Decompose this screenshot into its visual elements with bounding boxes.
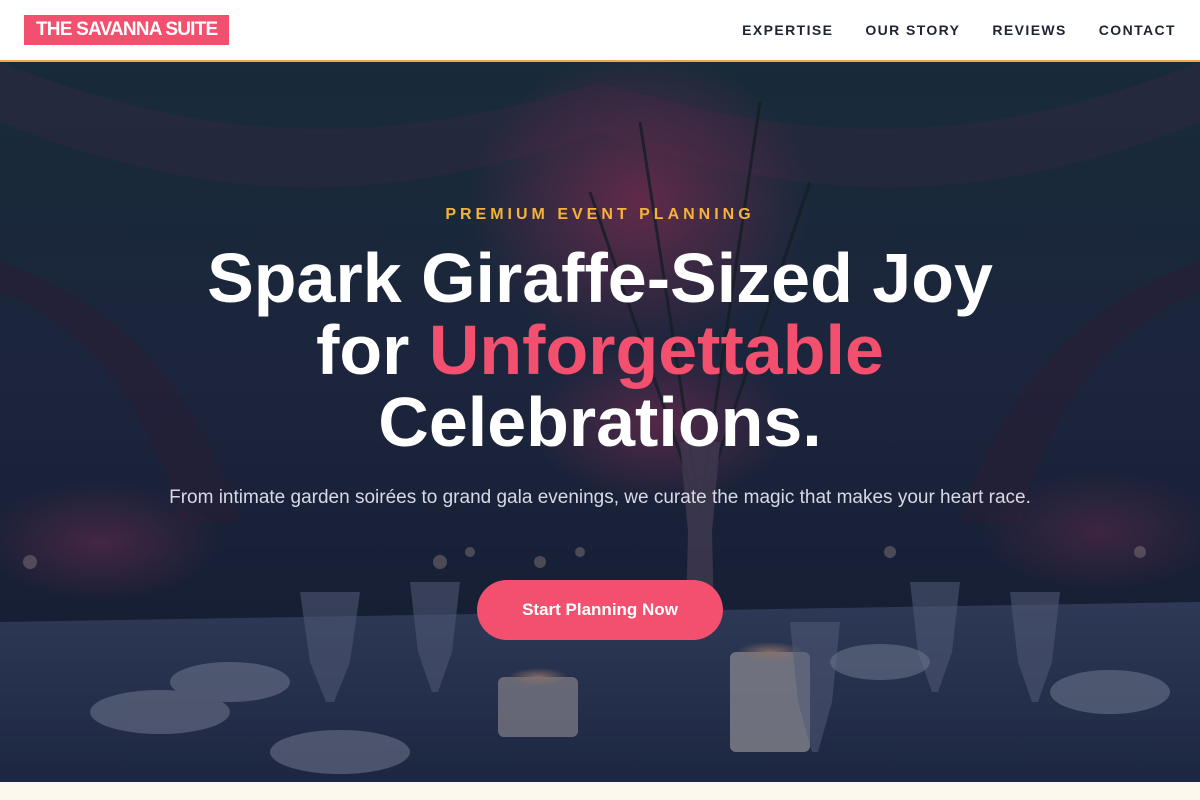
nav-link-contact[interactable]: CONTACT (1099, 22, 1176, 38)
headline-accent-word: Unforgettable (428, 311, 884, 389)
top-navbar: THE SAVANNA SUITE EXPERTISE OUR STORY RE… (0, 0, 1200, 62)
nav-link-reviews[interactable]: REVIEWS (992, 22, 1066, 38)
hero-content: PREMIUM EVENT PLANNING Spark Giraffe-Siz… (0, 62, 1200, 782)
nav-link-expertise[interactable]: EXPERTISE (742, 22, 833, 38)
nav-link-our-story[interactable]: OUR STORY (865, 22, 960, 38)
start-planning-button[interactable]: Start Planning Now (477, 580, 723, 640)
hero-eyebrow: PREMIUM EVENT PLANNING (445, 206, 755, 223)
headline-line-2-lead: for (316, 311, 429, 389)
headline-line-3: Celebrations. (378, 383, 822, 461)
next-section-edge (0, 782, 1200, 800)
headline-line-1: Spark Giraffe-Sized Joy (207, 239, 993, 317)
main-menu: EXPERTISE OUR STORY REVIEWS CONTACT (742, 0, 1176, 60)
hero-subheading: From intimate garden soirées to grand ga… (169, 487, 1031, 508)
brand-logo[interactable]: THE SAVANNA SUITE (24, 15, 230, 45)
hero-section: PREMIUM EVENT PLANNING Spark Giraffe-Siz… (0, 62, 1200, 782)
hero-headline: Spark Giraffe-Sized Joy for Unforgettabl… (100, 242, 1100, 458)
